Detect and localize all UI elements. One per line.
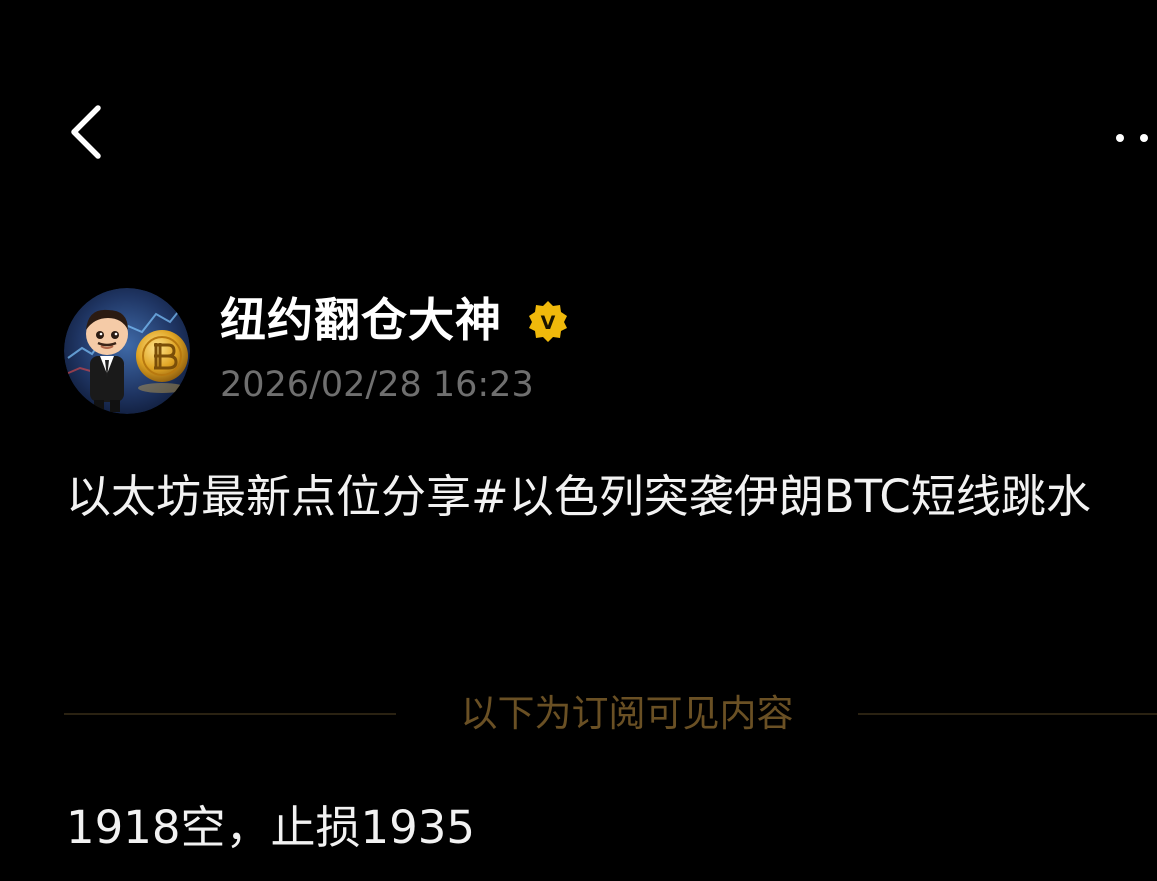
more-dots-icon — [1116, 134, 1148, 142]
avatar-image — [64, 288, 190, 414]
subscriber-content-line: 1918空，止损1935 — [66, 801, 476, 854]
back-button[interactable] — [60, 100, 116, 164]
divider-line-left — [64, 713, 396, 715]
author-avatar[interactable] — [64, 288, 190, 414]
chevron-left-icon — [71, 105, 101, 159]
post-timestamp: 2026/02/28 16:23 — [220, 365, 534, 405]
post-body-text: 以太坊最新点位分享#以色列突袭伊朗BTC短线跳水 — [66, 470, 1091, 523]
verified-badge-icon: V — [526, 299, 570, 343]
author-name[interactable]: 纽约翻仓大神 — [220, 290, 502, 350]
divider-line-right — [858, 713, 1157, 715]
verified-badge-label: V — [541, 312, 556, 334]
more-options-button[interactable] — [1108, 118, 1157, 158]
subscription-divider-label: 以下为订阅可见内容 — [460, 692, 794, 735]
